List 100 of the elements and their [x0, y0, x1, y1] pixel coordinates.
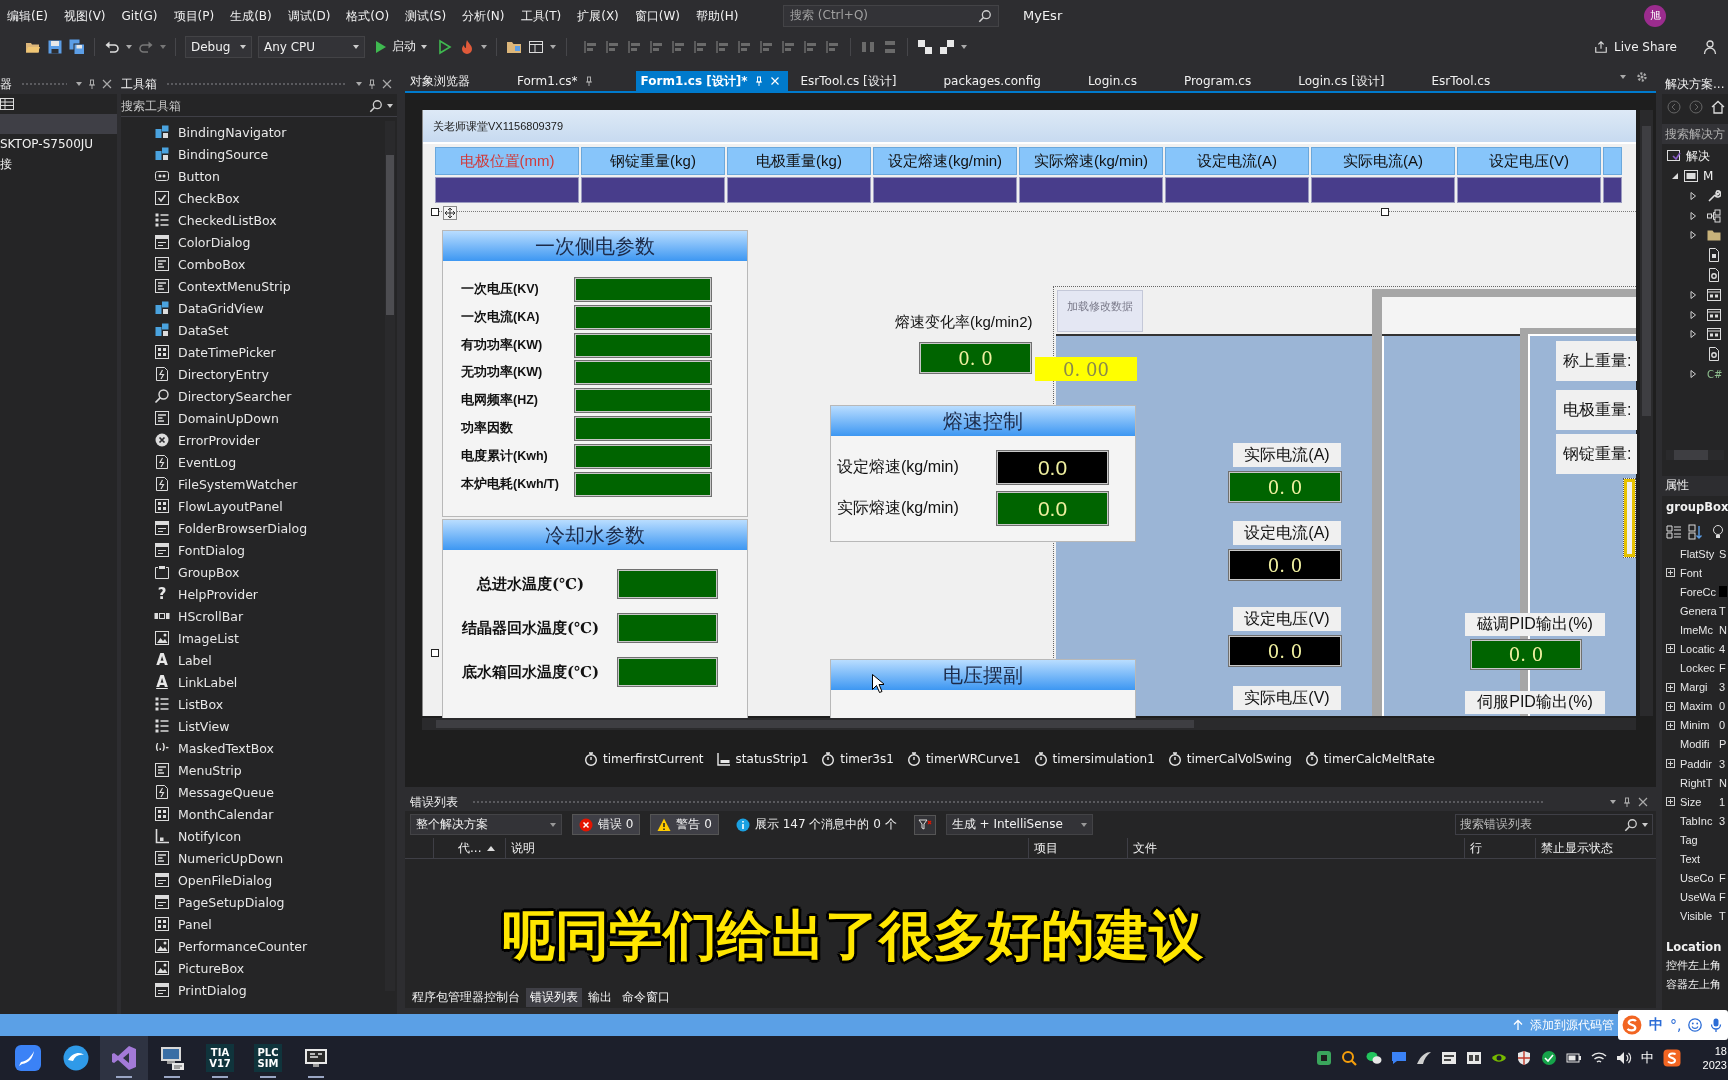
tree-item[interactable]: 解决 [1662, 146, 1728, 166]
expand-box-icon[interactable] [1666, 701, 1675, 711]
toolbox-item[interactable]: DomainUpDown [121, 407, 383, 429]
collapsed-arrow-icon[interactable] [1689, 310, 1697, 319]
document-tab[interactable]: Login.cs [设计] [1293, 71, 1427, 91]
property-row[interactable]: Locatic 4 [1662, 639, 1728, 659]
collapsed-arrow-icon[interactable] [1689, 330, 1697, 339]
align-icon[interactable] [759, 38, 775, 55]
component-item[interactable]: statusStrip1 [716, 752, 809, 766]
toolbox-item[interactable]: NumericUpDown [121, 847, 383, 869]
scrollbar-track[interactable] [1666, 449, 1724, 460]
speaker-icon[interactable] [1616, 1050, 1632, 1066]
chat-icon[interactable] [1391, 1050, 1407, 1066]
home-icon[interactable] [1711, 100, 1725, 114]
tree-item[interactable]: M [1662, 166, 1728, 186]
toolbox-item[interactable]: MenuStrip [121, 759, 383, 781]
toolbox-item[interactable]: DateTimePicker [121, 341, 383, 363]
component-item[interactable]: timerWRCurve1 [906, 752, 1021, 766]
menu-item[interactable]: 帮助(H) [689, 5, 746, 26]
toolbox-item[interactable]: PerformanceCounter [121, 935, 383, 957]
configuration-dropdown[interactable]: Debug [185, 35, 252, 58]
search-field[interactable]: 搜索 (Ctrl+Q) [783, 4, 999, 27]
pin-icon[interactable] [367, 79, 377, 89]
align-icon[interactable] [583, 38, 599, 55]
expand-box-icon[interactable] [1666, 797, 1675, 807]
ime-mode[interactable]: 中 [1649, 1016, 1663, 1034]
toolbox-item[interactable]: PictureBox [121, 957, 383, 979]
property-row[interactable]: RightT N [1662, 773, 1728, 793]
magnifier-icon[interactable] [1341, 1050, 1357, 1066]
input-method-toolbar[interactable]: 中 °, [1618, 1010, 1728, 1040]
toolbox-item[interactable]: FontDialog [121, 539, 383, 561]
property-row[interactable]: Text [1662, 849, 1728, 869]
play-outline-icon[interactable] [437, 38, 453, 55]
component-item[interactable]: timerCalVolSwing [1167, 752, 1292, 766]
caret-icon[interactable] [481, 44, 487, 49]
menu-item[interactable]: Git(G) [114, 5, 165, 26]
align-icon[interactable] [649, 38, 665, 55]
property-row[interactable]: Lockec F [1662, 658, 1728, 678]
document-tab[interactable]: Form1.cs* [512, 71, 636, 91]
property-row[interactable]: Genera T [1662, 601, 1728, 621]
toolbox-item[interactable]: BindingSource [121, 143, 383, 165]
resize-handle[interactable] [431, 649, 439, 657]
filter-icon[interactable] [913, 814, 936, 835]
menu-item[interactable]: 工具(T) [513, 5, 569, 26]
property-row[interactable]: UseCo F [1662, 868, 1728, 888]
property-row[interactable]: Margi 3 [1662, 677, 1728, 697]
back-icon[interactable] [1667, 100, 1681, 114]
window-app-icon[interactable] [1466, 1050, 1482, 1066]
align-icon[interactable] [715, 38, 731, 55]
toolbox-item[interactable]: DataGridView [121, 297, 383, 319]
search-field[interactable]: 搜索解决方 [1662, 124, 1728, 144]
caret-icon[interactable] [356, 82, 362, 86]
menu-item[interactable]: 项目(P) [166, 5, 222, 26]
toolbox-item[interactable]: Panel [121, 913, 383, 935]
clock-time[interactable]: 18 [1714, 1044, 1727, 1058]
person-icon[interactable] [1703, 38, 1719, 55]
scrollbar-track[interactable] [422, 718, 1636, 730]
toolbox-item[interactable]: ContextMenuStrip [121, 275, 383, 297]
filter-toggle[interactable]: 展示 147 个消息中的 0 个 [728, 814, 904, 835]
pin-icon[interactable] [753, 76, 764, 86]
component-item[interactable]: timersimulation1 [1033, 752, 1155, 766]
close-icon[interactable] [382, 79, 392, 89]
property-row[interactable]: FlatSty S [1662, 543, 1728, 564]
filter-toggle[interactable]: 警告 0 [650, 814, 719, 835]
toolbox-item[interactable]: ListView [121, 715, 383, 737]
toolbox-item[interactable]: OpenFileDialog [121, 869, 383, 891]
send-back-icon[interactable] [939, 38, 955, 55]
toolbox-item[interactable]: DirectorySearcher [121, 385, 383, 407]
close-icon[interactable] [1638, 797, 1648, 807]
microphone-icon[interactable] [1709, 1018, 1724, 1032]
column-header[interactable]: 行 [1465, 838, 1536, 858]
scope-dropdown[interactable]: 整个解决方案 [410, 814, 562, 835]
toolbox-item[interactable]: FlowLayoutPanel [121, 495, 383, 517]
pin-icon[interactable] [583, 76, 594, 86]
collapsed-arrow-icon[interactable] [1689, 290, 1697, 299]
sort-icon[interactable] [1688, 523, 1704, 540]
platform-dropdown[interactable]: Any CPU [258, 35, 365, 58]
document-tab[interactable]: Program.cs [1178, 71, 1294, 91]
caret-icon[interactable] [1620, 74, 1626, 79]
column-header[interactable]: 项目 [1029, 838, 1128, 858]
toolbox-item[interactable]: EventLog [121, 451, 383, 473]
property-row[interactable]: UseWa F [1662, 887, 1728, 907]
document-tab[interactable]: EsrTool.cs [设计] [795, 71, 939, 91]
toolbox-item[interactable]: DirectoryEntry [121, 363, 383, 385]
taskbar-app[interactable]: TIA V17 [196, 1036, 244, 1080]
toolbox-item[interactable]: GroupBox [121, 561, 383, 583]
component-item[interactable]: timerfirstCurrent [584, 752, 704, 766]
document-tab[interactable]: Form1.cs [设计]* [635, 71, 788, 91]
expand-box-icon[interactable] [1666, 682, 1675, 692]
toolbox-item[interactable]: ? HelpProvider [121, 583, 383, 605]
property-row[interactable]: Visible T [1662, 906, 1728, 926]
property-row[interactable]: TabInc 3 [1662, 811, 1728, 831]
toolbox-item[interactable]: ComboBox [121, 253, 383, 275]
toolbox-item[interactable]: PageSetupDialog [121, 891, 383, 913]
panel-tab[interactable]: 命令窗口 [618, 988, 674, 1007]
categorized-icon[interactable] [1666, 523, 1682, 540]
property-row[interactable]: Font [1662, 563, 1728, 583]
toolbox-item[interactable]: DataSet [121, 319, 383, 341]
menu-item[interactable]: 编辑(E) [0, 5, 55, 26]
scrollbar-thumb[interactable] [386, 155, 394, 315]
